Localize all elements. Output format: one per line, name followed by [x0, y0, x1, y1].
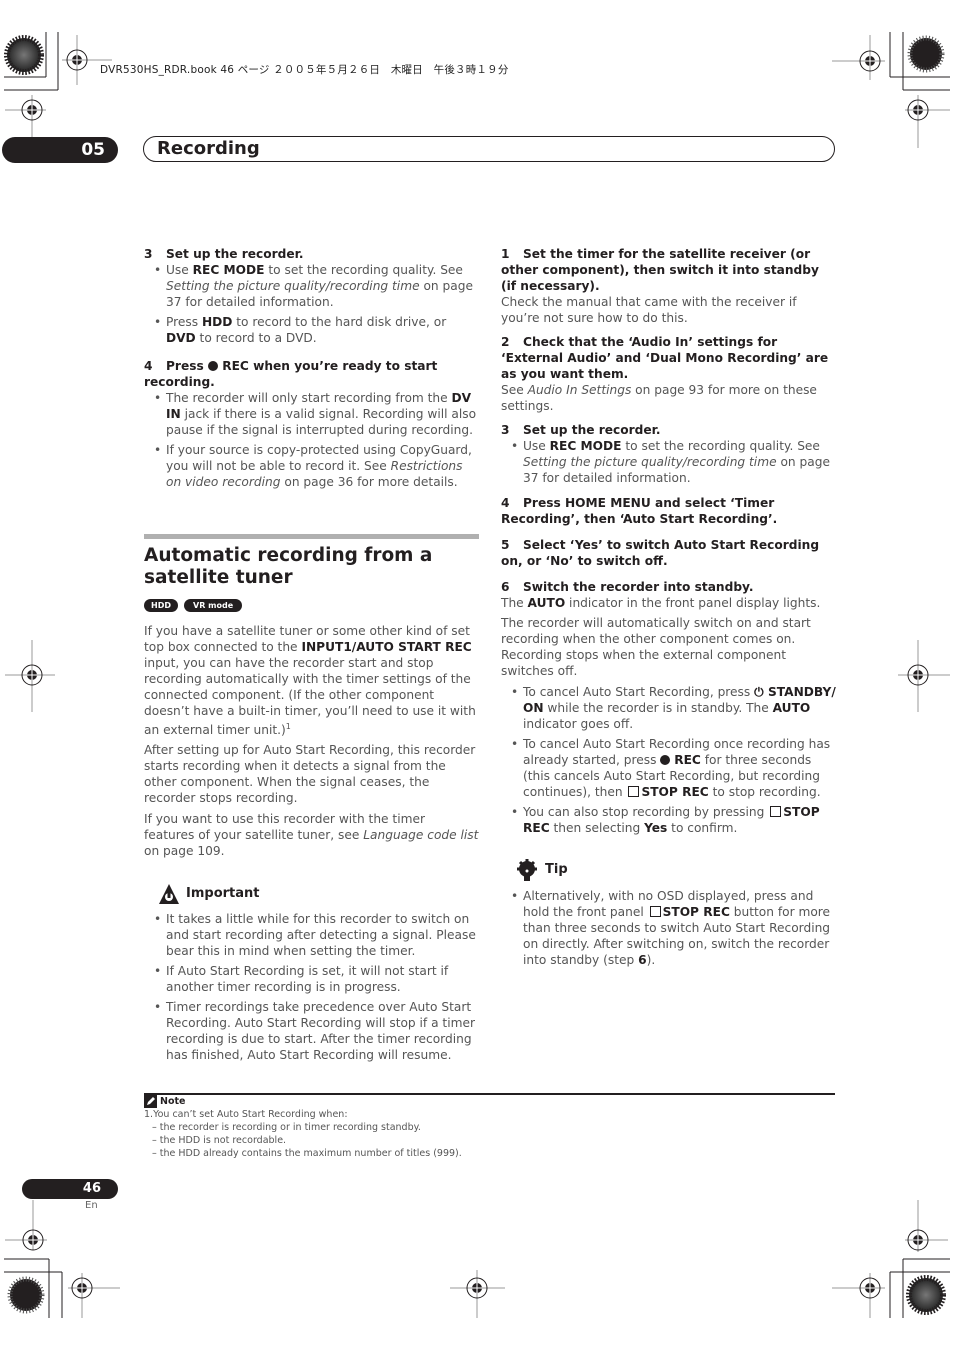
note-line: – the HDD already contains the maximum n… — [152, 1148, 462, 1159]
right-column: 1 Set the timer for the satellite receive… — [501, 246, 836, 972]
list-item: Use REC MODE to set the recording qualit… — [511, 438, 836, 486]
pencil-icon — [144, 1095, 157, 1108]
paragraph: The recorder will automatically switch o… — [501, 616, 811, 678]
step-6-body: The AUTO indicator in the front panel di… — [501, 596, 821, 610]
print-header: DVR530HS_RDR.book 46 ページ ２００５年５月２６日 木曜日 … — [100, 64, 509, 76]
chapter-number: 05 — [2, 137, 118, 163]
intro-paragraph: If you have a satellite tuner or some ot… — [144, 624, 476, 738]
vr-mode-badge: VR mode — [184, 599, 243, 612]
step-3-bullets: Use REC MODE to set the recording qualit… — [144, 262, 479, 346]
tip-heading: Tip — [515, 858, 836, 882]
rec-button-icon — [207, 361, 218, 371]
tip-bullets: Alternatively, with no OSD displayed, pr… — [501, 888, 836, 968]
step-4-bullets: The recorder will only start recording f… — [144, 390, 479, 490]
section-title: Automatic recording from a satellite tun… — [144, 545, 433, 588]
stop-button-icon — [770, 806, 782, 817]
page-number: 46 — [22, 1179, 118, 1199]
section-divider — [144, 534, 479, 539]
note-line: – the recorder is recording or in timer … — [152, 1122, 421, 1133]
step-4-heading: 4 Press REC when you’re ready to start re… — [144, 359, 438, 389]
list-item: The recorder will only start recording f… — [154, 390, 479, 438]
step-3-heading: 3 Set up the recorder. — [144, 247, 304, 261]
step-3-heading: 3 Set up the recorder. — [501, 423, 661, 437]
step-4-heading: 4 Press HOME MENU and select ‘Timer Recor… — [501, 496, 778, 526]
stop-button-icon — [628, 786, 640, 797]
page-language: En — [85, 1200, 98, 1211]
note-line: – the HDD is not recordable. — [152, 1135, 287, 1146]
important-bullets: It takes a little while for this recorde… — [144, 911, 479, 1063]
step-6-heading: 6 Switch the recorder into standby. — [501, 580, 754, 594]
step-5-heading: 5 Select ‘Yes’ to switch Auto Start Recor… — [501, 538, 820, 568]
hdd-badge: HDD — [144, 599, 178, 612]
step-1-body: Check the manual that came with the rece… — [501, 295, 797, 325]
list-item: Press HDD to record to the hard disk dri… — [154, 314, 479, 346]
note-line: 1.You can’t set Auto Start Recording whe… — [144, 1109, 348, 1120]
starburst-icon — [7, 1276, 45, 1314]
step-2-body: See Audio In Settings on page 93 for mor… — [501, 383, 817, 413]
power-icon: ⏻ — [754, 685, 769, 699]
lightbulb-icon — [517, 859, 537, 881]
paragraph: If you want to use this recorder with th… — [144, 812, 479, 859]
list-item: It takes a little while for this recorde… — [154, 911, 479, 959]
important-heading: Important — [158, 883, 479, 905]
list-item: Timer recordings take precedence over Au… — [154, 999, 479, 1063]
list-item: If your source is copy-protected using C… — [154, 442, 479, 490]
rec-button-icon — [660, 755, 671, 765]
warning-icon — [159, 884, 179, 905]
step-1-heading: 1 Set the timer for the satellite receive… — [501, 247, 819, 293]
list-item: You can also stop recording by pressing … — [511, 804, 836, 836]
note-heading: Note — [144, 1095, 462, 1108]
list-item: Alternatively, with no OSD displayed, pr… — [511, 888, 836, 968]
left-column: 3Set up the recorder. Use REC MODE to se… — [144, 246, 479, 1067]
paragraph: After setting up for Auto Start Recordin… — [144, 743, 476, 806]
list-item: To cancel Auto Start Recording once reco… — [511, 736, 836, 800]
list-item: If Auto Start Recording is set, it will … — [154, 963, 479, 995]
starburst-icon — [906, 1275, 946, 1315]
footnote-block: Note 1.You can’t set Auto Start Recordin… — [144, 1095, 462, 1160]
stop-button-icon — [649, 906, 661, 917]
chapter-title: Recording — [157, 138, 260, 159]
list-item: To cancel Auto Start Recording, press ⏻ … — [511, 684, 836, 732]
list-item: Use REC MODE to set the recording qualit… — [154, 262, 479, 310]
cancel-bullets: To cancel Auto Start Recording, press ⏻ … — [501, 684, 836, 836]
step-2-heading: 2 Check that the ‘Audio In’ settings for … — [501, 335, 829, 381]
mode-badges: HDD VR mode — [144, 599, 479, 613]
starburst-icon — [907, 35, 945, 73]
footnote-ref: 1 — [285, 722, 291, 731]
starburst-icon — [4, 35, 44, 75]
